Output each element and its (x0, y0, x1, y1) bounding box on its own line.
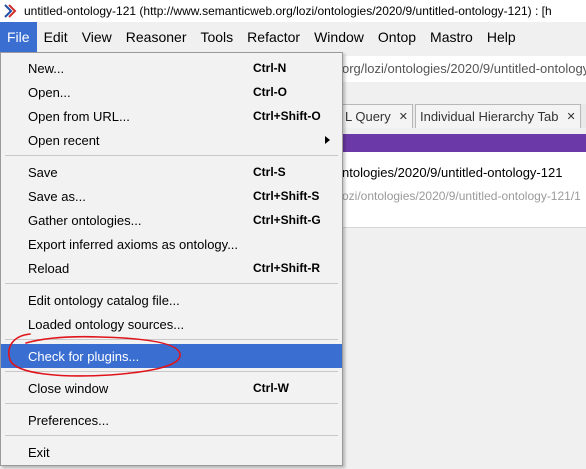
menu-item-loaded-sources[interactable]: Loaded ontology sources... (1, 312, 342, 336)
tab-dl-query[interactable]: L Query ✕ (340, 104, 413, 128)
menu-window[interactable]: Window (307, 22, 371, 52)
menu-item-save-as[interactable]: Save as... Ctrl+Shift-S (1, 184, 342, 208)
ontology-iri-field[interactable]: ntologies/2020/9/untitled-ontology-121 (340, 162, 586, 184)
ontology-header-bar (340, 134, 586, 152)
menu-item-open-recent[interactable]: Open recent (1, 128, 342, 152)
file-menu-dropdown: New... Ctrl-N Open... Ctrl-O Open from U… (0, 52, 343, 466)
title-bar: untitled-ontology-121 (http://www.semant… (0, 0, 586, 22)
menu-bar: File Edit View Reasoner Tools Refactor W… (0, 22, 586, 52)
close-icon[interactable]: ✕ (399, 110, 408, 123)
window-title: untitled-ontology-121 (http://www.semant… (24, 4, 552, 18)
menu-edit[interactable]: Edit (37, 22, 75, 52)
protege-app-icon (2, 3, 18, 19)
menu-item-new[interactable]: New... Ctrl-N (1, 56, 342, 80)
menu-reasoner[interactable]: Reasoner (119, 22, 194, 52)
menu-item-open[interactable]: Open... Ctrl-O (1, 80, 342, 104)
menu-item-reload[interactable]: Reload Ctrl+Shift-R (1, 256, 342, 280)
menu-separator (5, 283, 338, 284)
menu-item-close-window[interactable]: Close window Ctrl-W (1, 376, 342, 400)
tab-label: L Query (345, 109, 391, 124)
menu-item-check-for-plugins[interactable]: Check for plugins... (1, 344, 342, 368)
close-icon[interactable]: ✕ (566, 110, 575, 123)
menu-item-gather-ontologies[interactable]: Gather ontologies... Ctrl+Shift-G (1, 208, 342, 232)
menu-separator (5, 435, 338, 436)
menu-item-exit[interactable]: Exit (1, 440, 342, 464)
tab-strip: L Query ✕ Individual Hierarchy Tab ✕ (340, 104, 586, 128)
menu-item-save[interactable]: Save Ctrl-S (1, 160, 342, 184)
submenu-arrow-icon (325, 136, 330, 144)
menu-view[interactable]: View (75, 22, 119, 52)
menu-tools[interactable]: Tools (193, 22, 240, 52)
menu-item-export-inferred-axioms[interactable]: Export inferred axioms as ontology... (1, 232, 342, 256)
menu-mastro[interactable]: Mastro (423, 22, 480, 52)
menu-file[interactable]: File (0, 22, 37, 52)
menu-item-preferences[interactable]: Preferences... (1, 408, 342, 432)
tab-individual-hierarchy[interactable]: Individual Hierarchy Tab ✕ (414, 104, 581, 128)
ontology-version-iri-field[interactable]: ozi/ontologies/2020/9/untitled-ontology-… (340, 186, 586, 206)
menu-item-edit-catalog[interactable]: Edit ontology catalog file... (1, 288, 342, 312)
menu-ontop[interactable]: Ontop (371, 22, 423, 52)
menu-refactor[interactable]: Refactor (240, 22, 307, 52)
menu-separator (5, 403, 338, 404)
menu-item-open-from-url[interactable]: Open from URL... Ctrl+Shift-O (1, 104, 342, 128)
menu-separator (5, 371, 338, 372)
ontology-url-field[interactable]: org/lozi/ontologies/2020/9/untitled-onto… (340, 56, 586, 82)
menu-help[interactable]: Help (480, 22, 523, 52)
menu-separator (5, 155, 338, 156)
menu-separator (5, 339, 338, 340)
tab-label: Individual Hierarchy Tab (419, 109, 559, 124)
